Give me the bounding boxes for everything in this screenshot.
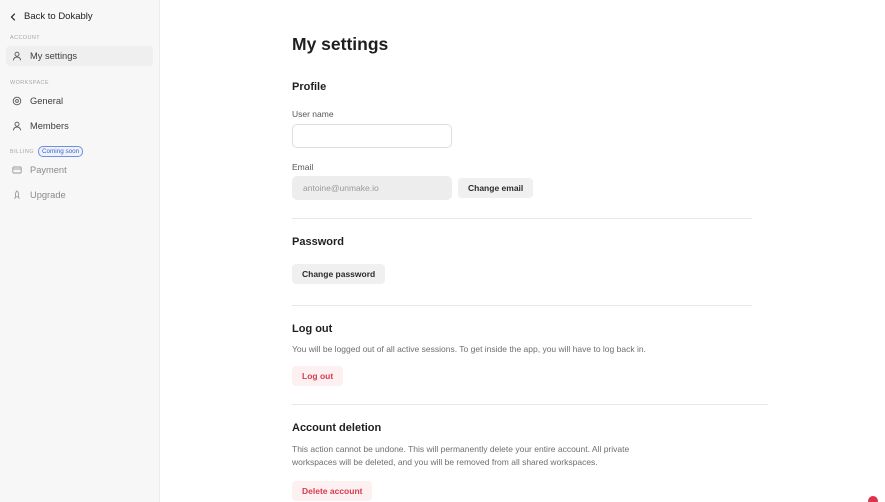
card-icon (12, 166, 22, 174)
page-title: My settings (292, 34, 389, 54)
deletion-description-line1: This action cannot be undone. This will … (292, 444, 630, 454)
sidebar-item-upgrade[interactable]: Upgrade (6, 185, 153, 205)
back-link-label: Back to Dokably (24, 11, 93, 22)
user-icon (12, 51, 22, 61)
divider (292, 218, 752, 219)
username-input[interactable] (292, 124, 452, 148)
divider (292, 404, 768, 405)
sidebar-item-my-settings[interactable]: My settings (6, 46, 153, 66)
logout-description: You will be logged out of all active ses… (292, 344, 646, 354)
sidebar-item-label: Upgrade (30, 190, 66, 200)
sidebar-item-payment[interactable]: Payment (6, 160, 153, 180)
sidebar-item-general[interactable]: General (6, 91, 153, 111)
logout-button[interactable]: Log out (292, 366, 344, 386)
profile-heading: Profile (292, 81, 327, 93)
deletion-heading: Account deletion (292, 422, 382, 434)
back-link[interactable]: Back to Dokably (9, 11, 93, 22)
notification-badge[interactable] (868, 496, 878, 502)
section-label-billing: BILLING (10, 149, 34, 155)
user-icon (12, 121, 22, 131)
password-heading: Password (292, 236, 344, 248)
deletion-description-line2: workspaces will be deleted, and you will… (292, 457, 598, 467)
sidebar-item-members[interactable]: Members (6, 116, 153, 136)
section-label-workspace: WORKSPACE (10, 80, 49, 86)
change-password-button[interactable]: Change password (292, 264, 386, 284)
chevron-left-icon (10, 12, 16, 21)
rocket-icon (14, 190, 20, 200)
sidebar-item-label: General (30, 96, 64, 106)
email-field[interactable] (292, 176, 452, 200)
sidebar-item-label: My settings (30, 51, 78, 61)
username-label: User name (292, 109, 334, 119)
sidebar-item-label: Payment (30, 165, 67, 175)
sidebar: Back to Dokably ACCOUNT My settings WORK… (0, 0, 160, 502)
divider (292, 305, 752, 306)
coming-soon-badge: Coming soon (38, 146, 84, 157)
change-email-button[interactable]: Change email (458, 178, 534, 198)
email-label: Email (292, 162, 314, 172)
delete-account-button[interactable]: Delete account (292, 481, 373, 501)
logout-heading: Log out (292, 323, 333, 335)
gear-icon (12, 96, 22, 106)
sidebar-item-label: Members (30, 121, 69, 131)
section-label-account: ACCOUNT (10, 35, 40, 41)
